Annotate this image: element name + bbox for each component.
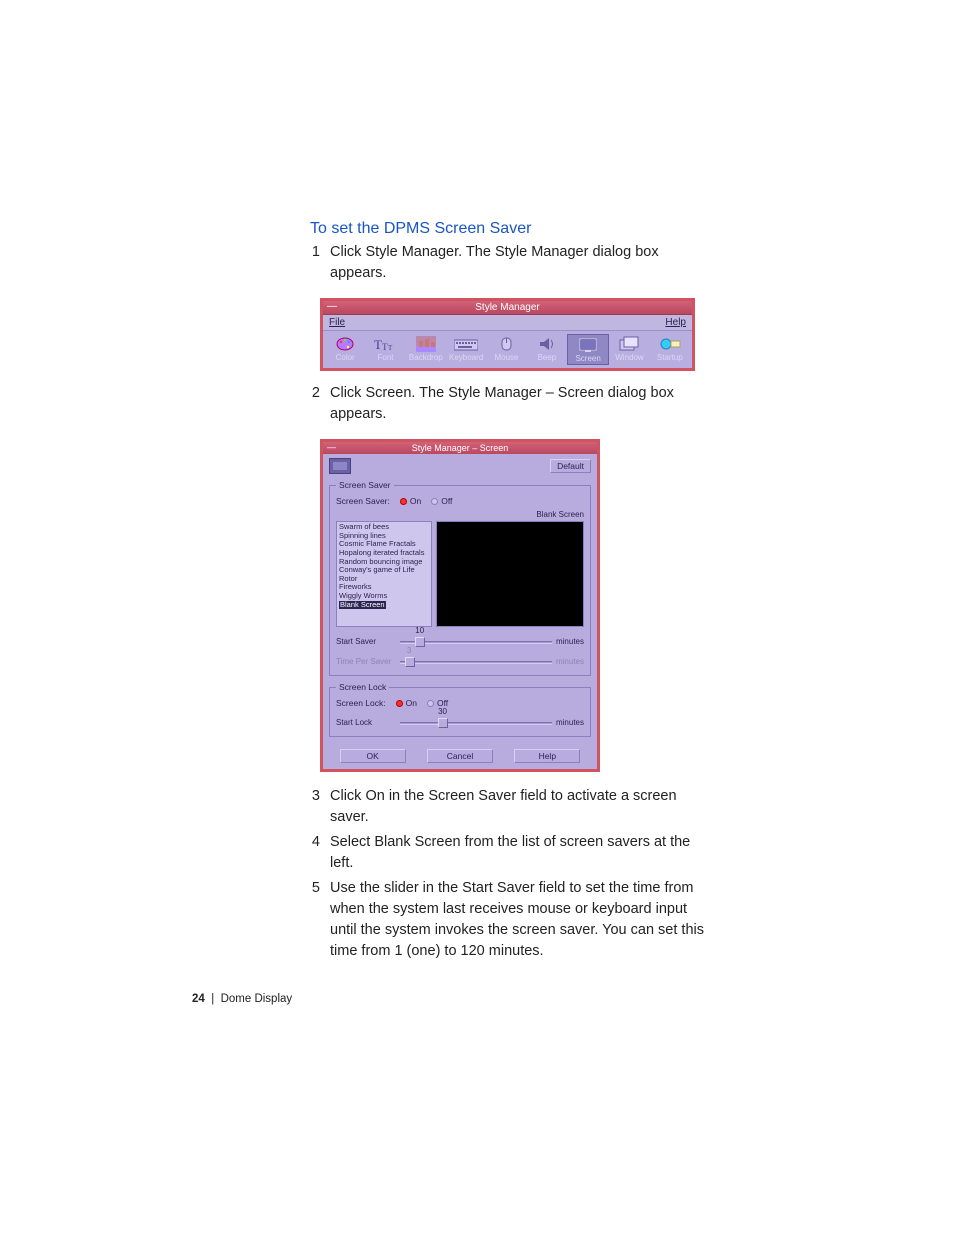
tool-startup[interactable]: Startup — [650, 334, 690, 365]
tool-keyboard[interactable]: Keyboard — [446, 334, 486, 365]
style-manager-window: — Style Manager File Help Color TTT Font… — [320, 298, 695, 371]
tool-color[interactable]: Color — [325, 334, 365, 365]
saver-preview — [436, 521, 584, 627]
lock-on-radio[interactable]: On — [396, 698, 417, 708]
footer-title: Dome Display — [221, 993, 293, 1005]
step-num: 4 — [310, 832, 320, 874]
tool-backdrop[interactable]: Backdrop — [406, 334, 446, 365]
screen-saver-group: Screen Saver Screen Saver: On Off Blank … — [329, 480, 591, 676]
start-saver-slider[interactable]: 10 — [400, 635, 552, 647]
cancel-button[interactable]: Cancel — [427, 749, 493, 763]
window-titlebar: — Style Manager – Screen — [323, 442, 597, 454]
start-lock-slider[interactable]: 30 — [400, 716, 552, 728]
tool-window[interactable]: Window — [609, 334, 649, 365]
tool-beep[interactable]: Beep — [527, 334, 567, 365]
saver-off-radio[interactable]: Off — [431, 496, 452, 506]
step-text: Select Blank Screen from the list of scr… — [330, 832, 710, 874]
step-text: Click Screen. The Style Manager – Screen… — [330, 383, 710, 425]
window-title: Style Manager — [475, 302, 539, 313]
group-legend: Screen Saver — [336, 480, 394, 490]
step-text: Click Style Manager. The Style Manager d… — [330, 242, 710, 284]
toolbar: Color TTT Font Backdrop Keyboard Mouse B… — [323, 331, 692, 368]
start-lock-label: Start Lock — [336, 718, 396, 727]
saver-label: Screen Saver: — [336, 496, 390, 506]
step-num: 5 — [310, 878, 320, 962]
preview-label: Blank Screen — [336, 510, 584, 519]
menubar: File Help — [323, 315, 692, 331]
unit-label: minutes — [556, 657, 584, 666]
saver-on-radio[interactable]: On — [400, 496, 421, 506]
step-num: 1 — [310, 242, 320, 284]
window-menu-icon[interactable]: — — [327, 301, 337, 312]
screen-lock-group: Screen Lock Screen Lock: On Off Start Lo… — [329, 682, 591, 737]
default-button[interactable]: Default — [550, 459, 591, 473]
tool-screen[interactable]: Screen — [567, 334, 609, 365]
svg-text:T: T — [388, 344, 393, 352]
step-text: Use the slider in the Start Saver field … — [330, 878, 710, 962]
window-titlebar: — Style Manager — [323, 301, 692, 315]
page-footer: 24 | Dome Display — [192, 993, 292, 1005]
screen-dialog-window: — Style Manager – Screen Default Screen … — [320, 439, 600, 772]
time-per-saver-slider[interactable]: 3 — [400, 655, 552, 667]
unit-label: minutes — [556, 718, 584, 727]
ok-button[interactable]: OK — [340, 749, 406, 763]
list-item-selected[interactable]: Blank Screen — [339, 601, 386, 610]
step-text: Click On in the Screen Saver field to ac… — [330, 786, 710, 828]
monitor-icon — [329, 458, 351, 474]
svg-text:T: T — [374, 337, 382, 352]
menu-help[interactable]: Help — [665, 317, 686, 328]
start-saver-label: Start Saver — [336, 637, 396, 646]
step-num: 2 — [310, 383, 320, 425]
saver-list[interactable]: Swarm of bees Spinning lines Cosmic Flam… — [336, 521, 432, 627]
window-menu-icon[interactable]: — — [327, 442, 336, 452]
window-title: Style Manager – Screen — [412, 443, 509, 453]
step-num: 3 — [310, 786, 320, 828]
unit-label: minutes — [556, 637, 584, 646]
time-per-saver-label: Time Per Saver — [336, 657, 396, 666]
tool-mouse[interactable]: Mouse — [486, 334, 526, 365]
tool-font[interactable]: TTT Font — [365, 334, 405, 365]
lock-label: Screen Lock: — [336, 698, 386, 708]
section-heading: To set the DPMS Screen Saver — [310, 220, 710, 238]
group-legend: Screen Lock — [336, 682, 389, 692]
help-button[interactable]: Help — [514, 749, 580, 763]
page-number: 24 — [192, 993, 205, 1005]
menu-file[interactable]: File — [329, 317, 345, 328]
